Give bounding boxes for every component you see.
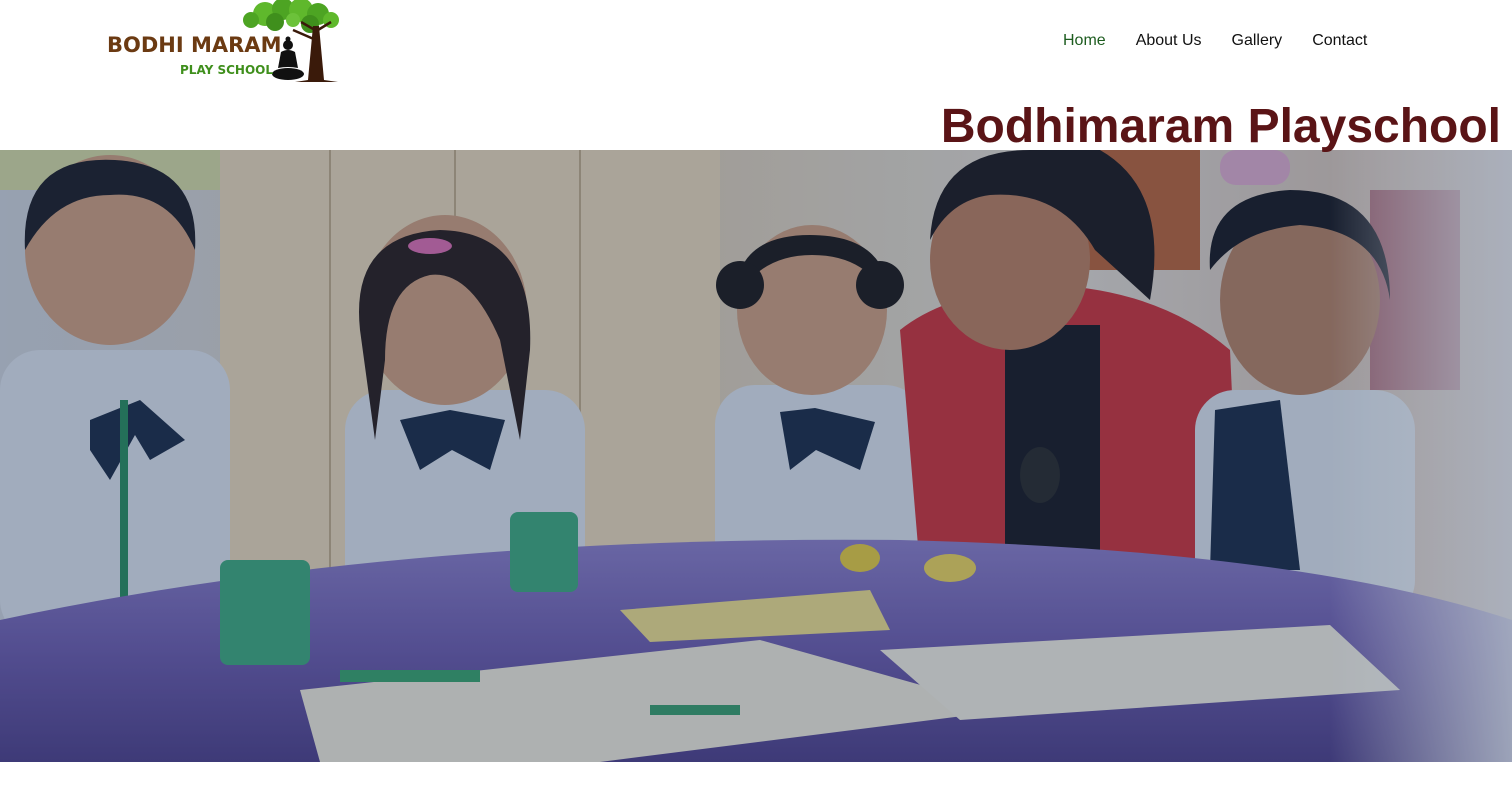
nav-gallery-link[interactable]: Gallery xyxy=(1217,28,1298,54)
page: BODHI MARAM PLAY SCHOOL Home About Us Ga… xyxy=(0,0,1512,797)
logo[interactable]: BODHI MARAM PLAY SCHOOL xyxy=(105,0,345,86)
bodhi-tree-logo-icon: BODHI MARAM PLAY SCHOOL xyxy=(107,0,339,82)
logo-text-line1: BODHI MARAM xyxy=(107,33,281,57)
green-cup-middle xyxy=(510,512,578,592)
hero-photo xyxy=(0,150,1512,762)
hero-banner xyxy=(0,150,1512,762)
tree-canopy xyxy=(243,0,339,33)
main-nav: Home About Us Gallery Contact xyxy=(1048,28,1382,54)
hero-title: Bodhimaram Playschool xyxy=(940,100,1501,153)
logo-text-line2: PLAY SCHOOL xyxy=(180,63,273,77)
child-middle xyxy=(715,225,925,585)
nav-home-link[interactable]: Home xyxy=(1048,28,1121,54)
nav-about-us-link[interactable]: About Us xyxy=(1121,28,1217,54)
green-cup-left xyxy=(220,560,310,665)
nav-contact-link[interactable]: Contact xyxy=(1297,28,1382,54)
